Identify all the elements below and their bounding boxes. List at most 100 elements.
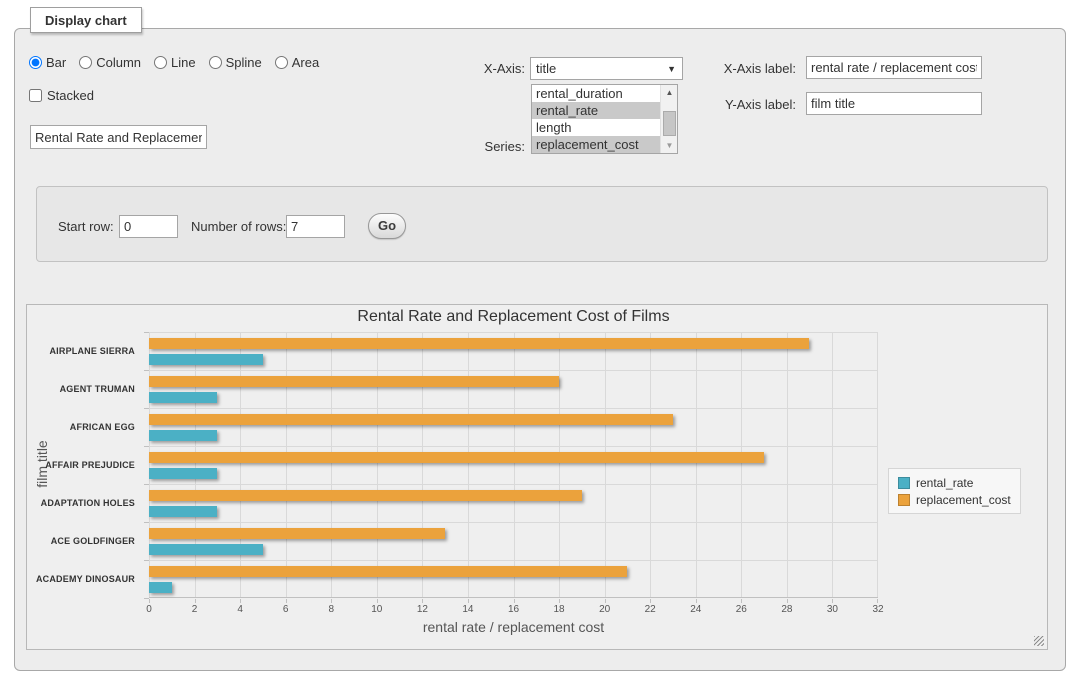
gridline <box>605 332 606 597</box>
start-row-label: Start row: <box>58 219 114 234</box>
chart-type-option-spline[interactable]: Spline <box>209 55 262 70</box>
gridline <box>377 332 378 597</box>
gridline <box>149 446 878 447</box>
bar-rental_rate[interactable] <box>149 582 172 593</box>
chart-title: Rental Rate and Replacement Cost of Film… <box>149 308 878 326</box>
bar-replacement_cost[interactable] <box>149 528 445 539</box>
x-axis-tick <box>559 599 560 603</box>
go-button[interactable]: Go <box>368 213 406 239</box>
resize-handle-icon[interactable] <box>1034 636 1044 646</box>
x-axis-tick <box>422 599 423 603</box>
series-select-label: Series: <box>460 139 525 154</box>
chart-type-radio-bar[interactable] <box>29 56 42 69</box>
x-axis-tick <box>650 599 651 603</box>
gridline <box>468 332 469 597</box>
chart-container: Rental Rate and Replacement Cost of Film… <box>26 304 1048 650</box>
scroll-up-icon[interactable]: ▲ <box>661 85 678 100</box>
chart-type-option-column[interactable]: Column <box>79 55 141 70</box>
chart-type-label: Spline <box>226 55 262 70</box>
x-axis-tick <box>195 599 196 603</box>
bar-rental_rate[interactable] <box>149 430 217 441</box>
chart-title-input[interactable] <box>30 125 207 149</box>
x-tick-label: 26 <box>726 604 756 615</box>
x-tick-label: 8 <box>316 604 346 615</box>
x-axis-tick <box>832 599 833 603</box>
x-tick-label: 32 <box>863 604 893 615</box>
fieldset-legend: Display chart <box>30 7 142 33</box>
x-axis-select-value: title <box>536 61 667 76</box>
series-option-replacement_cost[interactable]: replacement_cost <box>532 136 660 153</box>
x-tick-label: 30 <box>817 604 847 615</box>
bar-rental_rate[interactable] <box>149 354 263 365</box>
x-axis-label-input[interactable] <box>806 56 982 79</box>
gridline <box>650 332 651 597</box>
scroll-down-icon[interactable]: ▼ <box>661 138 678 153</box>
x-axis-select[interactable]: title ▼ <box>530 57 683 80</box>
num-rows-input[interactable] <box>286 215 345 238</box>
bar-replacement_cost[interactable] <box>149 376 559 387</box>
gridline <box>741 332 742 597</box>
bar-rental_rate[interactable] <box>149 392 217 403</box>
bar-replacement_cost[interactable] <box>149 338 809 349</box>
x-axis-tick <box>468 599 469 603</box>
chart-type-radio-column[interactable] <box>79 56 92 69</box>
chart-type-option-line[interactable]: Line <box>154 55 196 70</box>
start-row-input[interactable] <box>119 215 178 238</box>
scrollbar-thumb[interactable] <box>663 111 676 136</box>
stacked-checkbox-row: Stacked <box>29 88 94 103</box>
gridline <box>149 332 150 597</box>
chart-type-radio-area[interactable] <box>275 56 288 69</box>
x-tick-label: 14 <box>453 604 483 615</box>
x-axis-tick <box>331 599 332 603</box>
chart-type-radio-group: Bar Column Line Spline Area <box>29 55 319 70</box>
bar-rental_rate[interactable] <box>149 544 263 555</box>
x-tick-label: 24 <box>681 604 711 615</box>
legend-swatch-icon <box>898 477 910 489</box>
legend-item-replacement_cost[interactable]: replacement_cost <box>898 491 1011 508</box>
bar-rental_rate[interactable] <box>149 506 217 517</box>
y-axis-tick <box>144 598 149 599</box>
gridline <box>286 332 287 597</box>
gridline <box>149 522 878 523</box>
category-label: AIRPLANE SIERRA <box>27 332 142 370</box>
gridline <box>559 332 560 597</box>
bar-replacement_cost[interactable] <box>149 566 627 577</box>
chart-type-option-area[interactable]: Area <box>275 55 319 70</box>
y-axis-tick <box>144 484 149 485</box>
x-tick-label: 6 <box>271 604 301 615</box>
y-axis-tick <box>144 522 149 523</box>
x-axis-tick <box>877 599 878 603</box>
x-axis-tick <box>149 599 150 603</box>
series-option-rental_duration[interactable]: rental_duration <box>532 85 660 102</box>
gridline <box>787 332 788 597</box>
gridline <box>149 370 878 371</box>
x-tick-label: 4 <box>225 604 255 615</box>
x-axis-tick <box>240 599 241 603</box>
page: Display chart Bar Column Line Spline Area St… <box>0 0 1081 681</box>
chart-type-label: Column <box>96 55 141 70</box>
gridline <box>422 332 423 597</box>
x-axis-tick <box>787 599 788 603</box>
series-option-length[interactable]: length <box>532 119 660 136</box>
gridline <box>514 332 515 597</box>
y-axis-tick <box>144 332 149 333</box>
legend-label: rental_rate <box>916 476 973 490</box>
bar-replacement_cost[interactable] <box>149 414 673 425</box>
chart-type-radio-spline[interactable] <box>209 56 222 69</box>
x-tick-label: 12 <box>407 604 437 615</box>
legend-item-rental_rate[interactable]: rental_rate <box>898 474 1011 491</box>
stacked-label: Stacked <box>47 88 94 103</box>
stacked-checkbox[interactable] <box>29 89 42 102</box>
chart-type-option-bar[interactable]: Bar <box>29 55 66 70</box>
series-option-rental_rate[interactable]: rental_rate <box>532 102 660 119</box>
gridline <box>331 332 332 597</box>
chart-type-radio-line[interactable] <box>154 56 167 69</box>
bar-rental_rate[interactable] <box>149 468 217 479</box>
listbox-scrollbar[interactable]: ▲ ▼ <box>660 85 677 153</box>
series-listbox[interactable]: rental_durationrental_ratelengthreplacem… <box>531 84 678 154</box>
bar-replacement_cost[interactable] <box>149 490 582 501</box>
bar-replacement_cost[interactable] <box>149 452 764 463</box>
y-axis-label-label: Y-Axis label: <box>700 97 796 112</box>
y-axis-tick <box>144 370 149 371</box>
y-axis-label-input[interactable] <box>806 92 982 115</box>
